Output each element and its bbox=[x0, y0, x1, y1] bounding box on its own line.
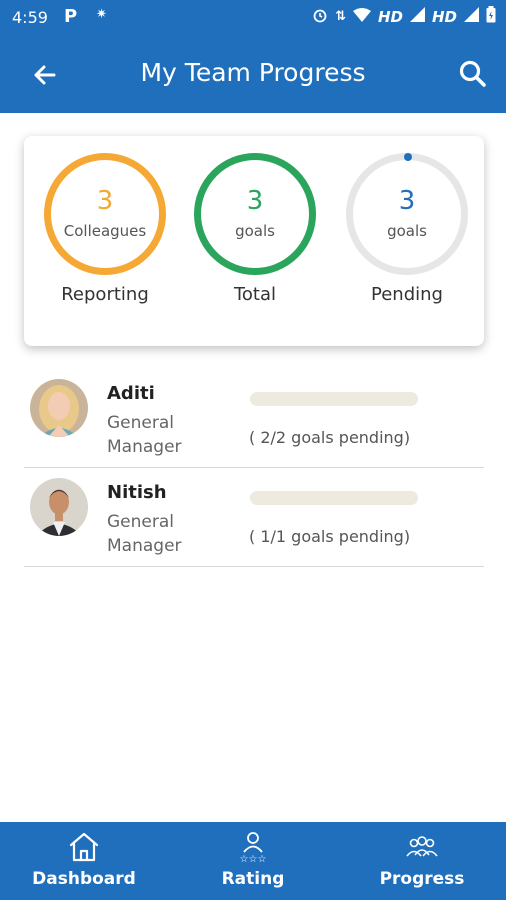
reporting-unit: Colleagues bbox=[63, 222, 147, 240]
wifi-icon bbox=[352, 7, 371, 26]
network-type-2: HD bbox=[431, 7, 457, 26]
battery-icon bbox=[486, 6, 496, 27]
page-title: My Team Progress bbox=[140, 58, 366, 87]
home-icon bbox=[66, 831, 102, 863]
search-icon[interactable] bbox=[456, 57, 490, 91]
svg-text:☆☆☆: ☆☆☆ bbox=[240, 854, 267, 863]
reporting-count: 3 bbox=[96, 186, 114, 216]
member-pending-goals: ( 1/1 goals pending) bbox=[249, 527, 411, 546]
signal-icon-2 bbox=[464, 7, 479, 26]
nav-progress-label: Progress bbox=[379, 869, 465, 889]
avatar bbox=[30, 478, 88, 536]
pending-goals-unit: goals bbox=[387, 222, 427, 240]
goal-progress-bar bbox=[250, 392, 418, 406]
member-role: General Manager bbox=[107, 512, 182, 556]
notification-icon: ✷ bbox=[96, 7, 107, 22]
status-time: 4:59 bbox=[12, 8, 48, 27]
app-bar: My Team Progress bbox=[0, 36, 506, 113]
status-icons: ⇅ HD HD bbox=[312, 6, 496, 27]
nav-rating-label: Rating bbox=[221, 869, 285, 889]
total-goals-label: Total bbox=[233, 284, 277, 305]
pending-progress-dot bbox=[404, 153, 412, 161]
member-name: Aditi bbox=[107, 383, 155, 404]
pending-goals-label: Pending bbox=[371, 284, 443, 305]
team-member-row[interactable]: Nitish General Manager ( 1/1 goals pendi… bbox=[24, 469, 484, 567]
bottom-navigation: Dashboard ☆☆☆ Rating Progress bbox=[0, 822, 506, 900]
team-icon bbox=[404, 831, 440, 863]
nav-progress[interactable]: Progress bbox=[338, 822, 506, 900]
pending-goals-count: 3 bbox=[398, 186, 416, 216]
nav-dashboard[interactable]: Dashboard bbox=[0, 822, 168, 900]
goal-progress-bar bbox=[250, 491, 418, 505]
member-pending-goals: ( 2/2 goals pending) bbox=[249, 428, 411, 447]
reporting-ring[interactable]: 3 Colleagues bbox=[44, 153, 166, 275]
total-goals-count: 3 bbox=[246, 186, 264, 216]
status-bar: 4:59 P ✷ ⇅ HD HD bbox=[0, 0, 506, 36]
member-role: General Manager bbox=[107, 413, 182, 457]
member-name: Nitish bbox=[107, 482, 167, 503]
rating-icon: ☆☆☆ bbox=[235, 831, 271, 865]
nav-dashboard-label: Dashboard bbox=[32, 869, 136, 889]
data-arrows-icon: ⇅ bbox=[335, 9, 346, 24]
nav-rating[interactable]: ☆☆☆ Rating bbox=[169, 822, 337, 900]
summary-card: 3 Colleagues Reporting 3 goals Total 3 g… bbox=[24, 136, 484, 346]
total-goals-unit: goals bbox=[235, 222, 275, 240]
total-goals-ring[interactable]: 3 goals bbox=[194, 153, 316, 275]
signal-icon bbox=[409, 7, 425, 26]
parking-notification-icon: P bbox=[64, 6, 78, 27]
alarm-icon bbox=[312, 7, 328, 27]
network-type-1: HD bbox=[377, 7, 403, 26]
team-member-row[interactable]: Aditi General Manager ( 2/2 goals pendin… bbox=[24, 370, 484, 468]
pending-goals-ring[interactable]: 3 goals bbox=[346, 153, 468, 275]
avatar bbox=[30, 379, 88, 437]
reporting-label: Reporting bbox=[61, 284, 149, 305]
